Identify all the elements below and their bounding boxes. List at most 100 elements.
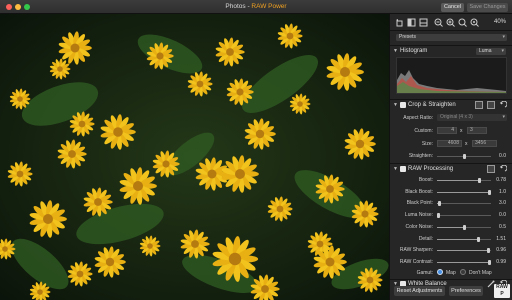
raw-row-label: Black Point:: [406, 200, 433, 206]
raw-row-label: RAW Sharpen:: [399, 247, 433, 253]
crop-title: Crop & Straighten: [408, 102, 456, 108]
zoom-level: 40%: [493, 19, 506, 25]
raw-row-slider[interactable]: [437, 213, 491, 218]
raw-row-slider[interactable]: [437, 237, 491, 242]
raw-row-slider[interactable]: [437, 248, 491, 253]
crop-header[interactable]: ▼ Crop & Straighten: [390, 99, 512, 109]
logo-line-2: P: [500, 291, 504, 297]
raw-row-value: 0.78: [496, 177, 506, 183]
slider-knob[interactable]: [437, 213, 440, 218]
presets-label: Presets: [399, 34, 416, 40]
zoom-actual-icon[interactable]: [470, 18, 479, 27]
aspect-ratio-select[interactable]: Original (4 x 3) ▾: [437, 114, 507, 121]
raw-row-slider[interactable]: [437, 260, 491, 265]
custom-label: Custom:: [414, 128, 433, 134]
reset-adjustments-button[interactable]: Reset Adjustments: [394, 286, 445, 296]
size-label: Size:: [421, 141, 433, 147]
straighten-slider[interactable]: [437, 154, 491, 159]
rotate-icon[interactable]: [395, 18, 404, 27]
title-bar: Photos - RAW Power Cancel Save Changes: [0, 0, 512, 14]
cancel-button[interactable]: Cancel: [441, 2, 464, 12]
slider-fill: [437, 250, 489, 251]
raw-row-label: Color Noise:: [405, 224, 433, 230]
raw-title: RAW Processing: [408, 166, 454, 172]
undo-icon[interactable]: [499, 165, 507, 173]
logo-line-1: RAW: [496, 284, 508, 290]
slider-knob[interactable]: [488, 260, 491, 265]
slider-fill: [437, 262, 491, 263]
slider-fill: [437, 192, 491, 193]
gamut-dont-map-label: Don't Map: [469, 270, 492, 276]
zoom-out-icon[interactable]: [434, 18, 443, 27]
histogram: [396, 57, 507, 94]
raw-row-value: 3.0: [499, 200, 506, 206]
disclosure-open-icon[interactable]: ▼: [393, 166, 398, 172]
slider-knob[interactable]: [477, 178, 481, 183]
gamut-dont-map-radio[interactable]: [460, 269, 466, 275]
undo-icon[interactable]: [499, 101, 507, 109]
slider-knob[interactable]: [488, 190, 491, 195]
histogram-header[interactable]: ▼ Histogram Luma ▾: [390, 45, 512, 55]
presets-select[interactable]: Presets ▾: [396, 34, 507, 41]
raw-row-value: 0.96: [496, 247, 506, 253]
slider-knob[interactable]: [462, 225, 466, 230]
zoom-fit-icon[interactable]: [458, 18, 467, 27]
histogram-title: Histogram: [400, 48, 428, 54]
adjustments-panel: 40% Presets ▾ ▼ Histogram Luma ▾ ▼ Crop & …: [389, 14, 512, 300]
gamut-map-label: Map: [446, 270, 456, 276]
disclosure-open-icon[interactable]: ▼: [393, 48, 398, 54]
raw-row-slider[interactable]: [437, 190, 491, 195]
custom-height-field[interactable]: 3: [467, 127, 487, 134]
raw-options-icon[interactable]: [487, 165, 495, 173]
raw-row-slider[interactable]: [437, 201, 491, 206]
histogram-graph: [397, 70, 506, 93]
raw-row-value: 1.51: [496, 236, 506, 242]
panel-toolbar: 40%: [390, 14, 512, 31]
raw-row-label: RAW Contrast:: [399, 259, 433, 265]
size-height-field[interactable]: 3456: [472, 140, 497, 147]
raw-header[interactable]: ▼ RAW Processing: [390, 163, 512, 173]
crop-enable-checkbox[interactable]: [400, 102, 406, 108]
compare-icon[interactable]: [407, 18, 416, 27]
raw-row-value: 0.5: [499, 224, 506, 230]
straighten-label: Straighten:: [408, 153, 433, 159]
disclosure-open-icon[interactable]: ▼: [393, 102, 398, 108]
histogram-mode-select[interactable]: Luma ▾: [476, 47, 506, 55]
crop-icon[interactable]: [475, 101, 483, 109]
chevron-down-icon: ▾: [502, 34, 505, 40]
size-width-field[interactable]: 4608: [437, 140, 462, 147]
raw-row-label: Detail:: [418, 236, 433, 242]
raw-row-value: 1.0: [499, 189, 506, 195]
size-times: x: [465, 141, 468, 147]
chevron-down-icon: ▾: [502, 114, 505, 120]
slider-knob[interactable]: [438, 201, 442, 206]
straighten-value: 0.0: [499, 153, 506, 159]
save-changes-button[interactable]: Save Changes: [467, 2, 508, 12]
slider-fill: [437, 239, 479, 240]
aspect-icon[interactable]: [487, 101, 495, 109]
aspect-ratio-value: Original (4 x 3): [440, 114, 473, 120]
histogram-mode-label: Luma: [479, 47, 492, 54]
raw-row-label: Boost:: [418, 177, 433, 183]
slider-knob[interactable]: [476, 237, 480, 242]
photo-canvas[interactable]: [0, 14, 389, 300]
gamut-map-radio[interactable]: [437, 269, 443, 275]
raw-row-label: Black Boost:: [405, 189, 433, 195]
straighten-slider-knob[interactable]: [463, 154, 466, 159]
raw-row-value: 0.0: [499, 212, 506, 218]
chevron-down-icon: ▾: [501, 47, 504, 54]
preferences-button[interactable]: Preferences: [449, 286, 483, 296]
custom-width-field[interactable]: 4: [437, 127, 457, 134]
raw-enable-checkbox[interactable]: [400, 166, 406, 172]
raw-row-slider[interactable]: [437, 178, 491, 183]
slider-fill: [437, 180, 480, 181]
raw-row-value: 0.99: [496, 259, 506, 265]
raw-row-slider[interactable]: [437, 225, 491, 230]
slider-fill: [437, 227, 464, 228]
raw-power-logo: RAW P: [494, 284, 510, 298]
slider-knob[interactable]: [487, 248, 491, 253]
custom-times: x: [460, 128, 463, 134]
gamut-label: Gamut:: [416, 270, 433, 276]
crop-view-icon[interactable]: [419, 18, 428, 27]
zoom-in-icon[interactable]: [446, 18, 455, 27]
